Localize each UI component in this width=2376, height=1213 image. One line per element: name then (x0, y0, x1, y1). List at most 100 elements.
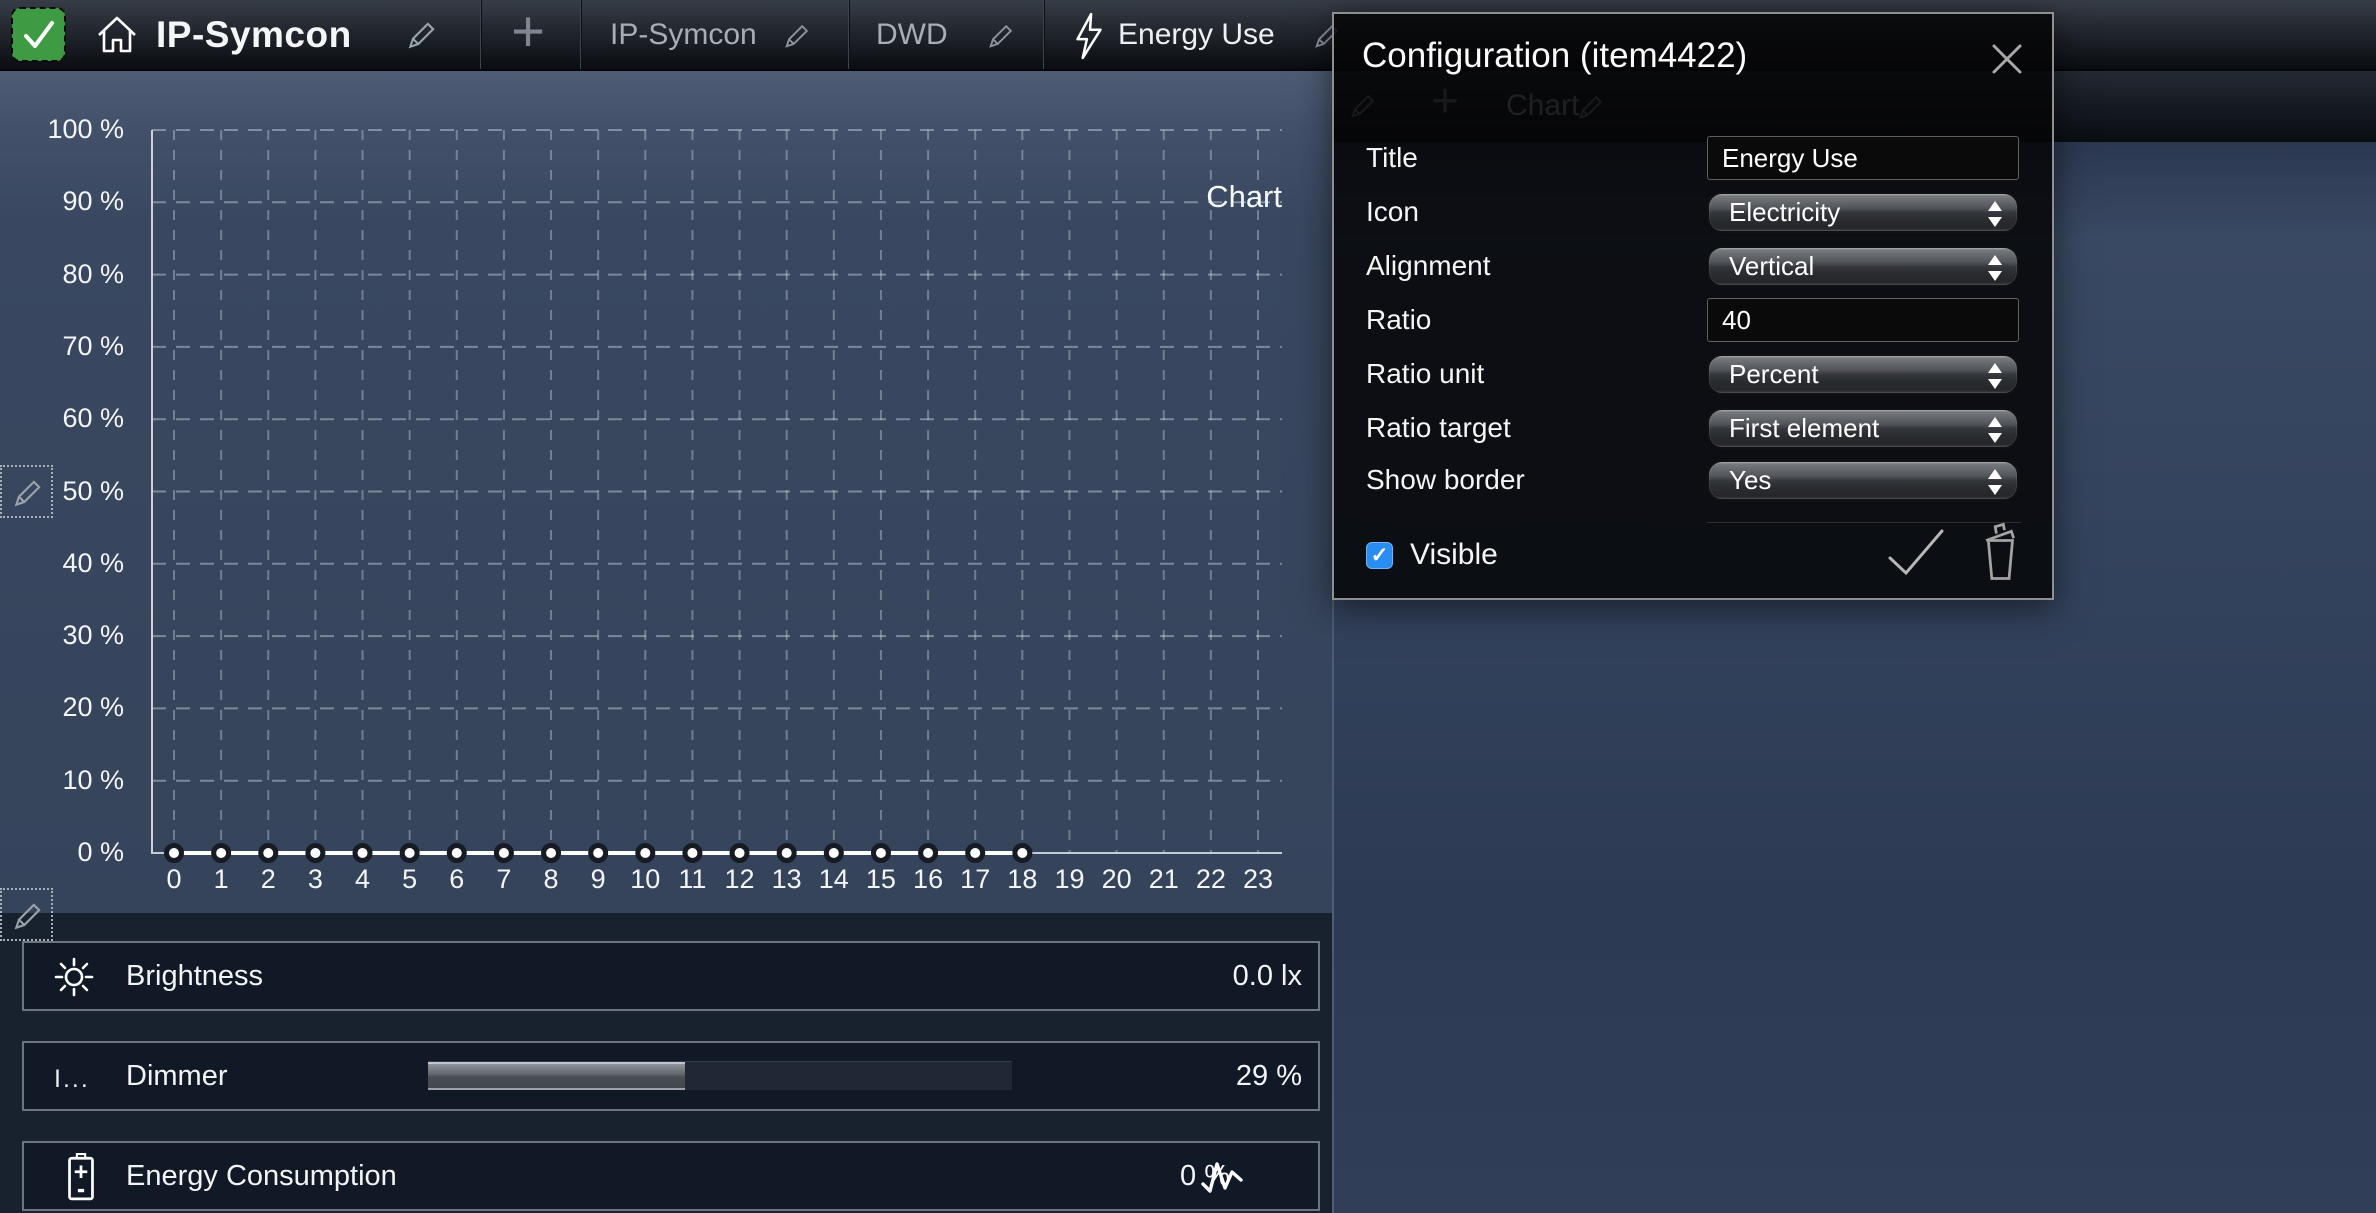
row-label: Energy Consumption (126, 1143, 397, 1209)
field-label-title: Title (1366, 142, 1418, 174)
x-axis-tick-label: 12 (713, 864, 767, 895)
x-axis-tick-label: 18 (995, 864, 1049, 895)
field-label-ratio: Ratio (1366, 304, 1431, 336)
field-label-icon: Icon (1366, 196, 1419, 228)
y-axis-tick-label: 60 % (20, 403, 124, 434)
ratio-field[interactable] (1707, 298, 2019, 342)
brightness-value: 0.0 lx (1233, 943, 1302, 1009)
x-axis-tick-label: 10 (618, 864, 672, 895)
field-label-alignment: Alignment (1366, 250, 1491, 282)
x-axis-tick-label: 16 (901, 864, 955, 895)
dialog-title: Configuration (item4422) (1362, 36, 1747, 76)
y-axis-tick-label: 10 % (20, 765, 124, 796)
up-down-arrows-icon (1987, 417, 2003, 443)
visible-checkbox[interactable]: ✓ (1366, 542, 1393, 569)
x-axis-tick-label: 11 (665, 864, 719, 895)
tab-energy-use[interactable]: Energy Use (1118, 0, 1275, 69)
up-down-arrows-icon (1987, 363, 2003, 389)
field-label-show-border: Show border (1366, 464, 1525, 496)
edit-page-title-icon[interactable] (405, 18, 439, 57)
chart-canvas (0, 71, 1333, 913)
ratio-unit-select[interactable]: Percent (1707, 354, 2019, 395)
x-axis-tick-label: 3 (288, 864, 342, 895)
up-down-arrows-icon (1987, 201, 2003, 227)
title-field[interactable] (1707, 136, 2019, 180)
tab-separator (480, 0, 481, 69)
ratio-target-select[interactable]: First element (1707, 408, 2019, 449)
ratio-unit-select-value: Percent (1729, 359, 1819, 389)
x-axis-tick-label: 4 (336, 864, 390, 895)
alignment-select[interactable]: Vertical (1707, 246, 2019, 287)
brightness-row: Brightness 0.0 lx (22, 941, 1320, 1011)
x-axis-tick-label: 20 (1090, 864, 1144, 895)
edit-tab-icon[interactable] (986, 21, 1016, 56)
x-axis-tick-label: 2 (241, 864, 295, 895)
row-label: Brightness (126, 943, 263, 1009)
visible-label: Visible (1410, 538, 1498, 572)
confirm-icon[interactable] (1886, 528, 1946, 583)
up-down-arrows-icon (1987, 469, 2003, 495)
field-label-ratio-target: Ratio target (1366, 412, 1511, 444)
icon-select-value: Electricity (1729, 197, 1840, 227)
y-axis-tick-label: 90 % (20, 186, 124, 217)
chart-edit-handle[interactable] (0, 465, 53, 518)
x-axis-tick-label: 21 (1137, 864, 1191, 895)
x-axis-tick-label: 17 (948, 864, 1002, 895)
x-axis-tick-label: 8 (524, 864, 578, 895)
x-axis-tick-label: 19 (1042, 864, 1096, 895)
pencil-icon (11, 899, 45, 933)
x-axis-tick-label: 9 (571, 864, 625, 895)
chart-title: Chart (1158, 179, 1282, 215)
energy-row: Energy Consumption 0 % (22, 1141, 1320, 1211)
tab-separator (1043, 0, 1044, 69)
approve-button[interactable] (12, 8, 65, 61)
battery-icon (66, 1153, 96, 1206)
y-axis-tick-label: 40 % (20, 548, 124, 579)
ratio-target-select-value: First element (1729, 413, 1879, 443)
x-axis-tick-label: 1 (194, 864, 248, 895)
dimmer-icon: I... (54, 1065, 90, 1094)
alignment-select-value: Vertical (1729, 251, 1814, 281)
y-axis-tick-label: 70 % (20, 331, 124, 362)
check-icon (19, 15, 59, 55)
x-axis-tick-label: 15 (854, 864, 908, 895)
tab-dwd[interactable]: DWD (876, 0, 948, 69)
x-axis-tick-label: 13 (760, 864, 814, 895)
dimmer-row: I... Dimmer 29 % (22, 1041, 1320, 1111)
delete-trash-icon[interactable] (1978, 522, 2024, 587)
y-axis-tick-label: 80 % (20, 259, 124, 290)
x-axis-tick-label: 0 (147, 864, 201, 895)
edit-tab-icon[interactable] (782, 21, 812, 56)
x-axis-tick-label: 23 (1231, 864, 1285, 895)
history-chart-icon[interactable] (1198, 1158, 1248, 1203)
y-axis-tick-label: 100 % (20, 114, 124, 145)
show-border-select[interactable]: Yes (1707, 460, 2019, 501)
chart-plot: Chart 0 %10 %20 %30 %40 %50 %60 %70 %80 … (0, 71, 1333, 913)
add-tab-button[interactable]: + (503, 0, 553, 69)
dialog-separator (1707, 522, 2021, 523)
x-axis-tick-label: 14 (807, 864, 861, 895)
tab-ip-symcon[interactable]: IP-Symcon (610, 0, 757, 69)
icon-select[interactable]: Electricity (1707, 192, 2019, 233)
dimmer-value: 29 % (1236, 1043, 1302, 1109)
sun-icon (50, 953, 98, 1006)
rows-edit-handle[interactable] (0, 888, 53, 941)
pencil-icon (11, 476, 45, 510)
check-icon: ✓ (1371, 544, 1389, 567)
show-border-select-value: Yes (1729, 465, 1771, 495)
x-axis-tick-label: 7 (477, 864, 531, 895)
dimmer-slider-fill (428, 1062, 685, 1090)
tab-separator (848, 0, 849, 69)
up-down-arrows-icon (1987, 255, 2003, 281)
configuration-dialog: Configuration (item4422) Title Icon Elec… (1332, 12, 2054, 600)
y-axis-tick-label: 20 % (20, 692, 124, 723)
home-icon[interactable] (94, 12, 140, 63)
x-axis-tick-label: 22 (1184, 864, 1238, 895)
lightning-icon (1070, 12, 1108, 65)
y-axis-tick-label: 0 % (20, 837, 124, 868)
field-label-ratio-unit: Ratio unit (1366, 358, 1484, 390)
x-axis-tick-label: 5 (383, 864, 437, 895)
row-label: Dimmer (126, 1043, 228, 1109)
dimmer-slider[interactable] (428, 1062, 1012, 1090)
close-icon[interactable] (1990, 42, 2024, 76)
